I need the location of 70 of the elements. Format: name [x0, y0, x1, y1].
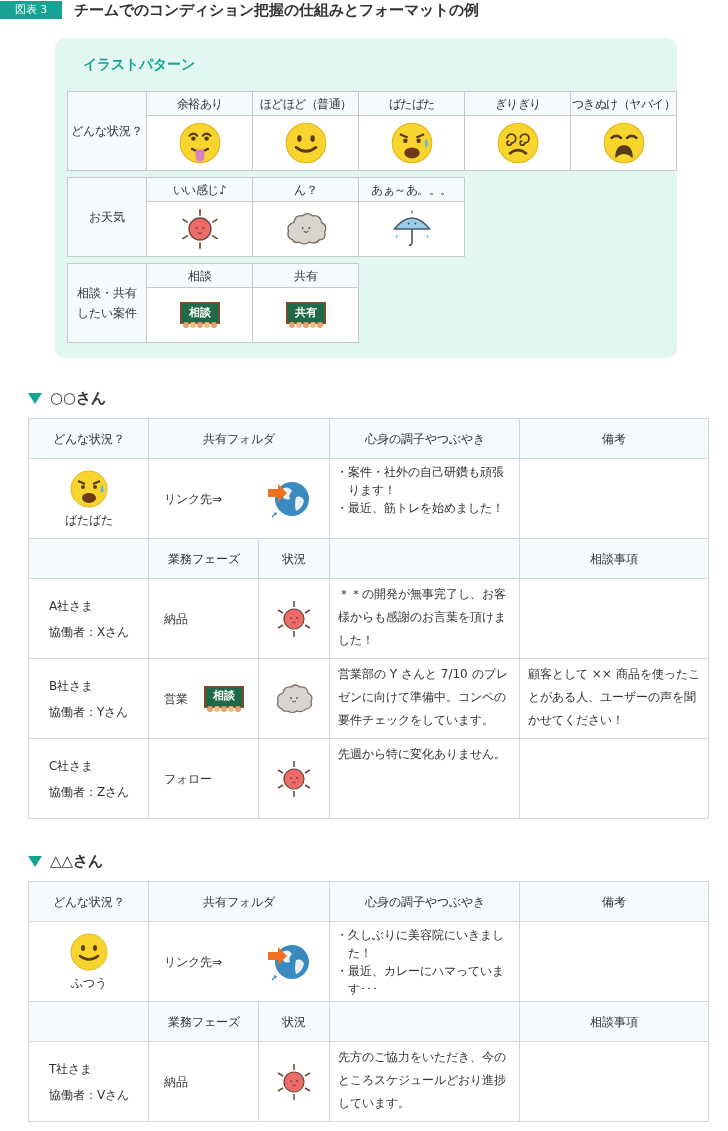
column-label: ん？ — [253, 178, 358, 201]
consult-text: 顧客として ×× 商品を使ったことがある人、ユーザーの声を聞かせてください！ — [528, 666, 700, 729]
note-text: ・最近、筋トレを始めました！ — [336, 500, 505, 517]
column-header: 相談事項 — [520, 1002, 708, 1041]
column-header: 備考 — [520, 882, 708, 921]
smiling-face-icon — [177, 121, 222, 165]
column-header: どんな状況？ — [29, 882, 148, 921]
client-name: A社さま — [49, 597, 95, 615]
link-label: リンク先⇒ — [164, 490, 223, 508]
column-header: 備考 — [520, 419, 708, 458]
link-label: リンク先⇒ — [164, 953, 223, 971]
column-label: ほどほど（普通） — [253, 92, 358, 115]
column-label: 共有 — [253, 264, 358, 287]
partner-name: 協働者：Vさん — [49, 1086, 131, 1104]
column-label: あぁ～あ。。。 — [359, 178, 464, 201]
smiling-face-icon — [283, 121, 328, 165]
client-name: C社さま — [49, 757, 95, 775]
row-label: 相談・共有 — [77, 284, 137, 302]
client-name: B社さま — [49, 677, 95, 695]
smiling-face-icon — [68, 931, 109, 972]
shocked-face-icon — [601, 121, 646, 165]
column-label: ぎりぎり — [465, 92, 570, 115]
phase-text: 納品 — [164, 610, 188, 628]
column-header: どんな状況？ — [29, 419, 148, 458]
sweating-face-icon — [389, 121, 434, 165]
column-header: 業務フェーズ — [149, 1002, 258, 1041]
status-label: ふつう — [70, 974, 107, 992]
panel-title: イラストパターン — [83, 55, 196, 74]
phase-text: 納品 — [164, 1073, 188, 1091]
partner-name: 協働者：Zさん — [49, 783, 131, 801]
column-header: 心身の調子やつぶやき — [330, 882, 519, 921]
client-name: T社さま — [49, 1060, 94, 1078]
triangle-icon — [28, 855, 42, 867]
member-name: △△さん — [50, 850, 104, 872]
column-header: 心身の調子やつぶやき — [330, 419, 519, 458]
column-label: いい感じ♪ — [147, 178, 252, 201]
column-label: ばたばた — [359, 92, 464, 115]
comment-text: ＊＊の開発が無事完了し、お客様からも感謝のお言葉を頂けました！ — [338, 586, 507, 649]
column-label: つきぬけ（ヤバイ） — [571, 92, 676, 115]
note-text: ・案件・社外の自己研鑽も頑張ります！ — [336, 464, 505, 499]
row-label: どんな状況？ — [71, 122, 143, 140]
member-name: ○○さん — [50, 387, 107, 409]
comment-text: 営業部の Y さんと 7/10 のプレゼンに向けて準備中。コンペの要件チェックをしています。 — [338, 666, 509, 729]
partner-name: 協働者：Xさん — [49, 623, 131, 641]
column-header: 共有フォルダ — [149, 882, 329, 921]
dizzy-face-icon — [495, 121, 540, 165]
figure-badge: 図表 3 — [0, 1, 62, 19]
partner-name: 協働者：Yさん — [49, 703, 130, 721]
chalkboard-sign: 相談 — [179, 302, 220, 328]
column-header: 共有フォルダ — [149, 419, 329, 458]
note-text: ・最近、カレーにハマっています･･･ — [336, 963, 505, 998]
column-label: 余裕あり — [147, 92, 252, 115]
chalkboard-sign: 相談 — [204, 685, 244, 712]
column-header: 状況 — [259, 539, 329, 578]
column-header: 状況 — [259, 1002, 329, 1041]
sweating-face-icon — [68, 468, 109, 509]
row-label: したい案件 — [77, 305, 137, 322]
status-label: ばたばた — [64, 511, 113, 529]
chalkboard-sign: 共有 — [285, 302, 326, 328]
comment-text: 先週から特に変化ありません。 — [338, 746, 507, 763]
row-label: お天気 — [89, 208, 125, 226]
figure-title: チームでのコンディション把握の仕組みとフォーマットの例 — [74, 0, 479, 21]
column-header: 業務フェーズ — [149, 539, 258, 578]
phase-text: 営業 — [164, 690, 188, 708]
column-label: 相談 — [147, 264, 252, 287]
column-header: 相談事項 — [520, 539, 708, 578]
comment-text: 先方のご協力をいただき、今のところスケジュールどおり進捗しています。 — [338, 1049, 507, 1112]
phase-text: フォロー — [164, 770, 212, 788]
note-text: ・久しぶりに美容院にいきました！ — [336, 927, 505, 962]
triangle-icon — [28, 392, 42, 404]
